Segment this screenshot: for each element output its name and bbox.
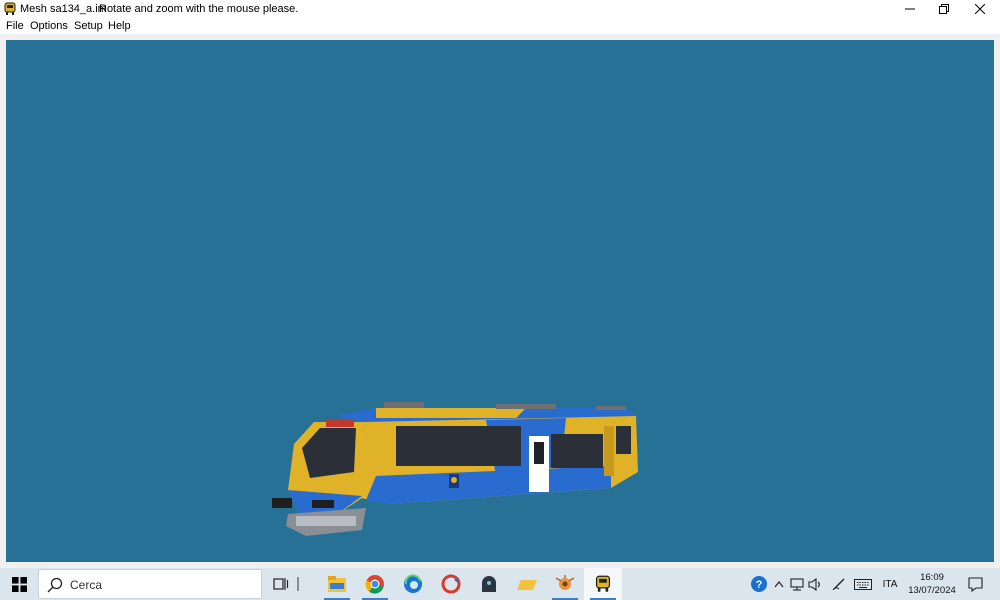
menu-setup[interactable]: Setup bbox=[74, 20, 103, 32]
title-bar: Mesh sa134_a.im Rotate and zoom with the… bbox=[0, 0, 1000, 18]
search-box[interactable]: Cerca bbox=[38, 569, 262, 599]
restore-icon bbox=[939, 4, 949, 14]
task-view-icon bbox=[273, 578, 289, 590]
notification-icon bbox=[967, 576, 983, 592]
minimize-button[interactable] bbox=[893, 0, 927, 18]
taskbar-tray-app[interactable] bbox=[546, 568, 584, 600]
keyboard-icon bbox=[854, 578, 872, 590]
search-placeholder: Cerca bbox=[70, 578, 103, 592]
train-model[interactable] bbox=[266, 396, 646, 546]
help-icon: ? bbox=[751, 576, 767, 592]
taskbar-edge[interactable] bbox=[394, 568, 432, 600]
menu-bar: File Options Setup Help bbox=[0, 18, 1000, 34]
taskbar-folder-app[interactable] bbox=[508, 568, 546, 600]
menu-options[interactable]: Options bbox=[30, 20, 68, 32]
edge-icon bbox=[404, 574, 422, 593]
tray-show-hidden[interactable] bbox=[770, 568, 788, 600]
start-button[interactable] bbox=[0, 568, 38, 600]
clock[interactable]: 16:09 13/07/2024 bbox=[905, 571, 959, 597]
folder-yellow-icon bbox=[517, 580, 537, 590]
tray-language[interactable]: ITA bbox=[878, 568, 902, 600]
taskbar-file-explorer[interactable] bbox=[318, 568, 356, 600]
dark-app-icon bbox=[482, 576, 496, 592]
grip-icon bbox=[297, 577, 299, 591]
volume-icon bbox=[808, 577, 820, 591]
close-button[interactable] bbox=[963, 0, 997, 18]
window-title: Mesh sa134_a.im bbox=[20, 3, 107, 15]
chevron-up-icon bbox=[774, 580, 784, 587]
taskbar-ccleaner[interactable] bbox=[432, 568, 470, 600]
chrome-icon bbox=[365, 575, 384, 594]
3d-viewport[interactable] bbox=[6, 40, 994, 562]
taskbar-chrome[interactable] bbox=[356, 568, 394, 600]
file-explorer-icon bbox=[328, 576, 346, 592]
ccleaner-icon bbox=[441, 574, 461, 594]
svg-text:?: ? bbox=[756, 579, 763, 591]
tray-keyboard[interactable] bbox=[851, 568, 875, 600]
window-hint: Rotate and zoom with the mouse please. bbox=[99, 3, 299, 15]
network-icon bbox=[790, 577, 804, 591]
tray-app-icon bbox=[555, 575, 575, 590]
train-app-icon bbox=[595, 575, 611, 592]
taskbar-dark-app[interactable] bbox=[470, 568, 508, 600]
language-indicator: ITA bbox=[882, 578, 898, 590]
tray-help[interactable]: ? bbox=[748, 568, 770, 600]
windows-logo-icon bbox=[11, 576, 27, 592]
menu-file[interactable]: File bbox=[6, 20, 24, 32]
search-icon bbox=[47, 577, 63, 593]
divider-grip bbox=[288, 568, 308, 600]
tray-network[interactable] bbox=[788, 568, 806, 600]
menu-help[interactable]: Help bbox=[108, 20, 131, 32]
taskbar: Cerca ? ITA 16:09 13/07/2024 bbox=[0, 568, 1000, 600]
tray-pen[interactable] bbox=[830, 568, 848, 600]
taskbar-train-app[interactable] bbox=[584, 568, 622, 600]
pen-icon bbox=[832, 578, 845, 591]
clock-time: 16:09 bbox=[920, 572, 944, 583]
minimize-icon bbox=[905, 8, 915, 10]
clock-date: 13/07/2024 bbox=[908, 585, 956, 596]
tray-volume[interactable] bbox=[806, 568, 824, 600]
tray-notifications[interactable] bbox=[962, 568, 988, 600]
restore-button[interactable] bbox=[927, 0, 961, 18]
close-icon bbox=[975, 4, 985, 14]
train-app-icon bbox=[4, 2, 16, 15]
